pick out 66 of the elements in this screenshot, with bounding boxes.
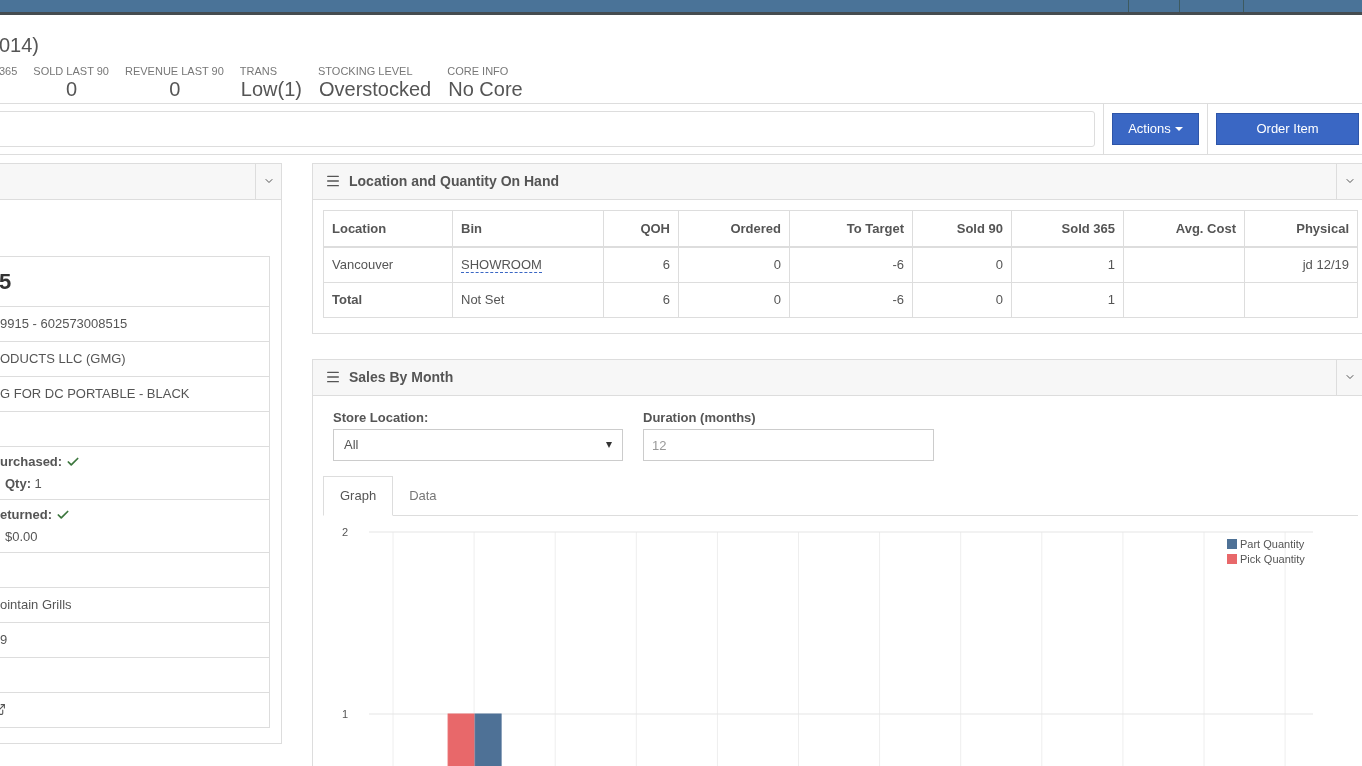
column-header: Ordered xyxy=(678,210,790,247)
detail-text: ODUCTS LLC (GMG) xyxy=(0,349,126,368)
stat-label: 365 xyxy=(0,63,18,78)
legend-label: Pick Quantity xyxy=(1240,553,1305,565)
panel-title: Location and Quantity On Hand xyxy=(349,171,559,191)
stat-label: STOCKING LEVEL xyxy=(317,63,414,78)
tab[interactable]: Graph xyxy=(323,476,394,516)
detail-text: 9 xyxy=(0,630,8,649)
table-cell: 0 xyxy=(995,291,1003,307)
order-item-button[interactable]: Order Item xyxy=(1216,112,1359,145)
table-cell: 0 xyxy=(995,257,1003,272)
column-header: To Target xyxy=(789,210,913,247)
table-cell: 0 xyxy=(773,291,781,307)
legend-swatch xyxy=(1227,539,1237,549)
field-label: Store Location: xyxy=(333,408,430,427)
y-tick-label: 1 xyxy=(341,708,348,720)
column-header: Sold 365 xyxy=(1011,210,1124,247)
table-cell: 1 xyxy=(1107,257,1115,272)
column-header: Bin xyxy=(452,210,604,247)
table-cell: jd 12/19 xyxy=(1302,257,1349,272)
stat-value: 0 xyxy=(65,77,79,100)
table-cell: Total xyxy=(332,291,363,307)
bar xyxy=(474,713,502,766)
legend-label: Part Quantity xyxy=(1240,538,1305,550)
table-cell: 0 xyxy=(773,257,781,272)
column-header: Avg. Cost xyxy=(1123,210,1245,247)
page-title: 014) xyxy=(0,32,40,58)
table-cell: Not Set xyxy=(461,291,505,307)
stat-value: Overstocked xyxy=(318,77,432,100)
legend-swatch xyxy=(1227,554,1237,564)
stat-label: CORE INFO xyxy=(447,63,510,78)
actions-button[interactable]: Actions xyxy=(1112,112,1199,145)
y-tick-label: 2 xyxy=(341,526,348,538)
column-header: Location xyxy=(323,210,453,247)
table-cell: -6 xyxy=(892,291,904,307)
table-cell: Vancouver xyxy=(332,257,394,272)
table-cell: -6 xyxy=(892,257,904,272)
table-cell: 6 xyxy=(662,257,670,272)
stat-label: SOLD LAST 90 xyxy=(33,63,109,78)
column-header: Physical xyxy=(1244,210,1358,247)
menu-icon[interactable] xyxy=(325,173,341,189)
duration-field[interactable]: 12 xyxy=(643,429,934,461)
table-cell: 1 xyxy=(1107,291,1115,307)
detail-text: G FOR DC PORTABLE - BLACK xyxy=(0,384,190,403)
detail-label: urchased: xyxy=(0,453,63,471)
detail-label: eturned: xyxy=(0,506,52,524)
field-label: Duration (months) xyxy=(643,408,757,427)
stat-label: REVENUE LAST 90 xyxy=(125,63,224,78)
column-header: QOH xyxy=(603,210,679,247)
column-header: Sold 90 xyxy=(912,210,1012,247)
stat-value: 0 xyxy=(168,77,182,100)
detail-text: Qty: 1 xyxy=(4,474,43,493)
store-location-select[interactable]: All xyxy=(333,429,623,461)
part-number: 5 xyxy=(0,267,12,296)
detail-text: ointain Grills xyxy=(0,595,72,614)
stat-value: Low(1) xyxy=(240,77,302,100)
bar xyxy=(447,713,475,766)
stat-value: No Core xyxy=(448,77,523,100)
table-cell: 6 xyxy=(662,291,670,307)
tab[interactable]: Data xyxy=(393,476,453,515)
menu-icon[interactable] xyxy=(325,369,341,385)
search-field[interactable] xyxy=(0,110,1095,147)
panel-title: Sales By Month xyxy=(349,367,454,387)
detail-text: 9915 - 602573008515 xyxy=(0,314,128,333)
detail-text: $0.00 xyxy=(4,527,39,546)
stat-label: TRANS xyxy=(239,63,279,78)
